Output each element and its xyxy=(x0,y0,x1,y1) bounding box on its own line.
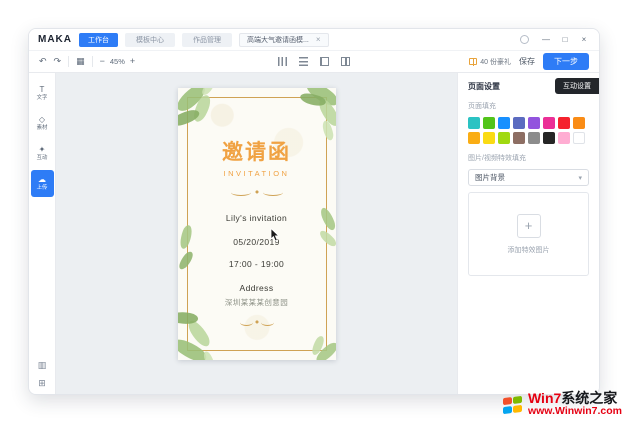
background-type-value: 图片背景 xyxy=(475,172,505,183)
sidebar-item-text[interactable]: T 文字 xyxy=(31,80,54,107)
card-name-line[interactable]: Lily's invitation xyxy=(226,213,287,223)
sidebar-bottom: ▥ ⊞ xyxy=(38,361,47,388)
card-title[interactable]: 邀请函 xyxy=(222,136,291,166)
color-swatch[interactable] xyxy=(498,117,510,129)
divider xyxy=(92,56,93,67)
text-icon: T xyxy=(40,86,45,94)
fill-section-label: 页面填充 xyxy=(468,101,589,111)
mouse-cursor xyxy=(270,228,280,242)
promo-label: 40 份豪礼 xyxy=(480,57,511,67)
maximize-icon[interactable]: □ xyxy=(559,35,571,44)
page: MAKA 工作台 模板中心 作品管理 高端大气邀请函模... × — □ × ↶… xyxy=(0,0,628,423)
align-tools xyxy=(278,57,350,66)
color-swatch[interactable] xyxy=(483,117,495,129)
right-panel: 互动设置 页面设置 页面填充 图片/视频特效填充 图片背景 ▾ + 添加特效图片 xyxy=(457,73,599,394)
add-image-plus-icon[interactable]: + xyxy=(517,214,541,238)
watermark-brand: Win7系统之家 xyxy=(528,391,622,406)
editor-toolbar: ↶ ↷ ▦ − 45% + 40 份豪礼 保存 xyxy=(29,50,599,73)
card-subtitle[interactable]: INVITATION xyxy=(224,169,290,178)
undo-icon[interactable]: ↶ xyxy=(39,57,47,66)
fill-color-grid xyxy=(468,117,589,144)
maka-editor-window: MAKA 工作台 模板中心 作品管理 高端大气邀请函模... × — □ × ↶… xyxy=(28,28,600,395)
sidebar-item-interaction[interactable]: ✦ 互动 xyxy=(31,140,54,167)
watermark-text: Win7系统之家 www.Winwin7.com xyxy=(528,391,622,418)
document-tab-label: 高端大气邀请函模... xyxy=(247,35,309,45)
page-manager-icon[interactable]: ▦ xyxy=(76,57,85,66)
minimize-icon[interactable]: — xyxy=(540,35,552,44)
color-swatch[interactable] xyxy=(543,117,555,129)
align-center-icon[interactable] xyxy=(341,57,350,66)
tab-work-manage[interactable]: 作品管理 xyxy=(182,33,232,47)
watermark-url: www.Winwin7.com xyxy=(528,406,622,418)
redo-icon[interactable]: ↷ xyxy=(54,57,62,66)
card-time-line[interactable]: 17:00 - 19:00 xyxy=(229,259,284,269)
close-tab-icon[interactable]: × xyxy=(316,35,321,44)
invitation-card[interactable]: 邀请函 INVITATION Lily's invitation 05/20/2… xyxy=(178,88,336,360)
document-tab[interactable]: 高端大气邀请函模... × xyxy=(239,33,329,47)
zoom-in-icon[interactable]: + xyxy=(130,57,135,66)
effect-section-label: 图片/视频特效填充 xyxy=(468,153,589,163)
avatar[interactable] xyxy=(520,35,529,44)
color-swatch[interactable] xyxy=(513,132,525,144)
windows-flag-icon xyxy=(503,395,522,413)
layers-icon[interactable]: ▥ xyxy=(38,361,47,370)
color-swatch[interactable] xyxy=(513,117,525,129)
color-swatch[interactable] xyxy=(528,132,540,144)
color-swatch[interactable] xyxy=(558,132,570,144)
main-area: T 文字 ◇ 素材 ✦ 互动 ☁ 上传 ▥ ⊞ xyxy=(29,73,599,394)
color-swatch[interactable] xyxy=(558,117,570,129)
distribute-vertical-icon[interactable] xyxy=(299,57,308,66)
color-swatch[interactable] xyxy=(573,132,585,144)
gift-icon xyxy=(469,58,477,65)
color-swatch[interactable] xyxy=(468,117,480,129)
canvas[interactable]: 邀请函 INVITATION Lily's invitation 05/20/2… xyxy=(56,73,457,394)
left-sidebar: T 文字 ◇ 素材 ✦ 互动 ☁ 上传 ▥ ⊞ xyxy=(29,73,56,394)
upload-cloud-icon: ☁ xyxy=(38,176,46,184)
titlebar: MAKA 工作台 模板中心 作品管理 高端大气邀请函模... × — □ × xyxy=(29,29,599,50)
background-type-select[interactable]: 图片背景 ▾ xyxy=(468,169,589,186)
promo-badge[interactable]: 40 份豪礼 xyxy=(469,57,511,67)
workspace-button[interactable]: 工作台 xyxy=(79,33,118,47)
interaction-settings-button[interactable]: 互动设置 xyxy=(555,78,599,94)
align-left-icon[interactable] xyxy=(320,57,329,66)
card-content: 邀请函 INVITATION Lily's invitation 05/20/2… xyxy=(178,88,336,360)
zoom-level: 45% xyxy=(110,57,125,66)
flourish-ornament xyxy=(227,187,287,196)
add-effect-label: 添加特效图片 xyxy=(508,245,550,255)
divider xyxy=(68,56,69,67)
zoom-out-icon[interactable]: − xyxy=(100,57,105,66)
card-address-line[interactable]: 深圳某某某创意园 xyxy=(225,297,288,308)
interaction-icon: ✦ xyxy=(39,146,46,154)
pages-icon[interactable]: ⊞ xyxy=(38,379,46,388)
toolbar-right: 40 份豪礼 保存 下一步 xyxy=(469,53,589,70)
effect-image-dropzone[interactable]: + 添加特效图片 xyxy=(468,192,589,276)
flourish-ornament-bottom xyxy=(236,317,278,326)
color-swatch[interactable] xyxy=(528,117,540,129)
maka-logo: MAKA xyxy=(38,34,72,45)
material-icon: ◇ xyxy=(39,116,45,124)
zoom-control: − 45% + xyxy=(100,57,136,66)
watermark: Win7系统之家 www.Winwin7.com xyxy=(503,391,622,418)
color-swatch[interactable] xyxy=(483,132,495,144)
chevron-down-icon: ▾ xyxy=(578,174,582,182)
color-swatch[interactable] xyxy=(573,117,585,129)
distribute-horizontal-icon[interactable] xyxy=(278,57,287,66)
card-address-label[interactable]: Address xyxy=(240,283,274,293)
sidebar-item-material[interactable]: ◇ 素材 xyxy=(31,110,54,137)
tab-template-center[interactable]: 模板中心 xyxy=(125,33,175,47)
close-icon[interactable]: × xyxy=(578,35,590,44)
save-button[interactable]: 保存 xyxy=(519,56,535,67)
sidebar-item-upload[interactable]: ☁ 上传 xyxy=(31,170,54,197)
color-swatch[interactable] xyxy=(543,132,555,144)
next-step-button[interactable]: 下一步 xyxy=(543,53,589,70)
color-swatch[interactable] xyxy=(468,132,480,144)
color-swatch[interactable] xyxy=(498,132,510,144)
